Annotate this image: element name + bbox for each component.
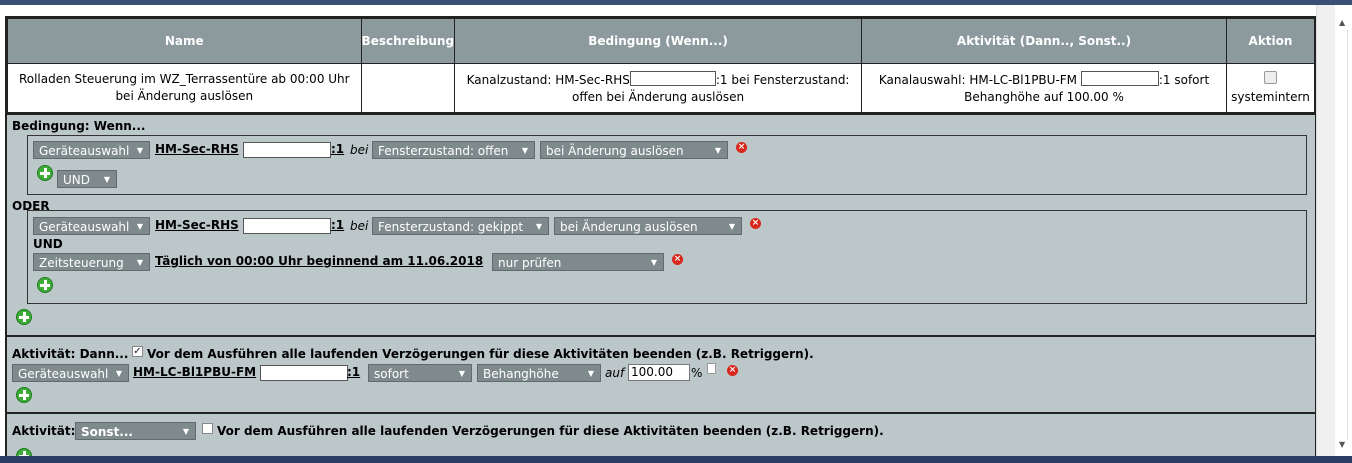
delete-icon[interactable]: ×	[672, 254, 683, 265]
activity-summary-line2: Behanghöhe auf 100.00 %	[964, 89, 1124, 104]
mode-select[interactable]: Sonst... ▼	[75, 422, 196, 440]
param-select[interactable]: Behanghöhe ▼	[477, 364, 601, 382]
device-name-link[interactable]: HM-LC-Bl1PBU-FM	[133, 365, 256, 379]
device-select[interactable]: Geräteauswahl ▼	[33, 141, 150, 159]
then-section: Aktivität: Dann... ✓ Vor dem Ausführen a…	[7, 335, 1315, 412]
add-icon[interactable]	[37, 165, 53, 181]
state-select[interactable]: Fensterzustand: gekippt ▼	[372, 217, 549, 235]
retrigger-label: Vor dem Ausführen alle laufenden Verzöge…	[147, 347, 814, 361]
then-title: Aktivität: Dann...	[12, 347, 129, 361]
redacted-field	[243, 218, 331, 234]
add-condition-icon[interactable]	[16, 309, 32, 325]
col-header-condition: Bedingung (Wenn...)	[454, 18, 863, 64]
else-section: Aktivität: Sonst... ▼ Vor dem Ausführen a…	[7, 412, 1315, 458]
time-select[interactable]: Zeitsteuerung ▼	[33, 253, 150, 271]
channel-link[interactable]: :1	[347, 365, 360, 379]
device-select[interactable]: Geräteauswahl ▼	[12, 364, 129, 382]
top-bar	[0, 0, 1352, 5]
cell-action: systemintern	[1225, 63, 1315, 113]
delete-icon[interactable]: ×	[727, 365, 738, 376]
cell-activity: Kanalauswahl: HM-LC-Bl1PBU-FM :1 sofort …	[861, 63, 1227, 113]
bottom-bar	[0, 456, 1352, 463]
add-icon[interactable]	[16, 387, 32, 403]
col-header-description: Beschreibung	[360, 18, 456, 64]
time-schedule-link[interactable]: Täglich von 00:00 Uhr beginnend am 11.06…	[155, 254, 483, 268]
cell-name: Rolladen Steuerung im WZ_Terrassentüre a…	[7, 63, 362, 113]
table-row: Rolladen Steuerung im WZ_Terrassentüre a…	[7, 63, 1315, 113]
condition-summary-line2: offen bei Änderung auslösen	[572, 89, 745, 104]
bei-label: bei	[350, 143, 369, 157]
program-table: Name Beschreibung Bedingung (Wenn...) Ak…	[7, 18, 1315, 113]
condition-summary-prefix: Kanalzustand: HM-Sec-RHS	[466, 72, 630, 87]
redacted-field	[260, 365, 348, 381]
delete-icon[interactable]: ×	[736, 142, 747, 153]
document-icon[interactable]	[707, 363, 716, 374]
redacted-field	[243, 142, 331, 158]
operator-select[interactable]: UND ▼	[57, 170, 117, 188]
value-input[interactable]: 100.00	[628, 364, 690, 381]
else-title: Aktivität:	[12, 424, 76, 438]
cell-description	[360, 63, 456, 113]
bei-label: bei	[350, 219, 369, 233]
activity-summary-suffix: :1 sofort	[1158, 72, 1210, 87]
redacted-field	[629, 70, 716, 86]
systemintern-label: systemintern	[1231, 89, 1310, 104]
activity-summary-prefix: Kanalauswahl: HM-LC-Bl1PBU-FM	[878, 72, 1078, 87]
col-header-action: Aktion	[1225, 18, 1315, 64]
divider	[1347, 30, 1348, 440]
program-editor: Name Beschreibung Bedingung (Wenn...) Ak…	[5, 16, 1317, 458]
col-header-activity: Aktivität (Dann.., Sonst..)	[861, 18, 1227, 64]
auf-label: auf	[605, 366, 625, 380]
device-name-link[interactable]: HM-Sec-RHS	[155, 218, 239, 232]
condition-title: Bedingung: Wenn...	[12, 119, 146, 133]
program-name-line1: Rolladen Steuerung im WZ_Terrassentüre a…	[18, 72, 350, 86]
timing-select[interactable]: sofort ▼	[368, 364, 472, 382]
trigger-select[interactable]: bei Änderung auslösen ▼	[554, 217, 742, 235]
systemintern-checkbox[interactable]	[1263, 70, 1277, 84]
retrigger-label: Vor dem Ausführen alle laufenden Verzöge…	[217, 424, 884, 438]
channel-link[interactable]: :1	[331, 218, 344, 232]
scroll-down-icon[interactable]: ▼	[1339, 440, 1345, 449]
retrigger-checkbox[interactable]	[202, 423, 213, 434]
state-select[interactable]: Fensterzustand: offen ▼	[372, 141, 535, 159]
program-name-line2: bei Änderung auslösen	[115, 89, 254, 103]
condition-summary-suffix: :1 bei Fensterzustand:	[715, 72, 850, 87]
delete-icon[interactable]: ×	[750, 218, 761, 229]
retrigger-checkbox[interactable]: ✓	[132, 346, 143, 357]
scrollbar[interactable]	[1316, 5, 1335, 456]
redacted-field	[1080, 70, 1159, 86]
device-select[interactable]: Geräteauswahl ▼	[33, 217, 150, 235]
channel-link[interactable]: :1	[331, 142, 344, 156]
and-label: UND	[33, 237, 63, 251]
condition-group-1: Geräteauswahl ▼ HM-Sec-RHS :1 bei Fenster…	[27, 135, 1307, 195]
add-icon[interactable]	[37, 277, 53, 293]
condition-group-2: Geräteauswahl ▼ HM-Sec-RHS :1 bei Fenster…	[27, 210, 1307, 304]
check-select[interactable]: nur prüfen ▼	[492, 253, 664, 271]
condition-section: Bedingung: Wenn... Geräteauswahl ▼ HM-Sec…	[7, 113, 1315, 337]
scroll-up-icon[interactable]: ▲	[1339, 18, 1345, 27]
cell-condition: Kanalzustand: HM-Sec-RHS :1 bei Fensterzu…	[454, 63, 863, 113]
unit-label: %	[691, 366, 703, 380]
col-header-name: Name	[7, 18, 362, 64]
trigger-select[interactable]: bei Änderung auslösen ▼	[540, 141, 728, 159]
device-name-link[interactable]: HM-Sec-RHS	[155, 142, 239, 156]
